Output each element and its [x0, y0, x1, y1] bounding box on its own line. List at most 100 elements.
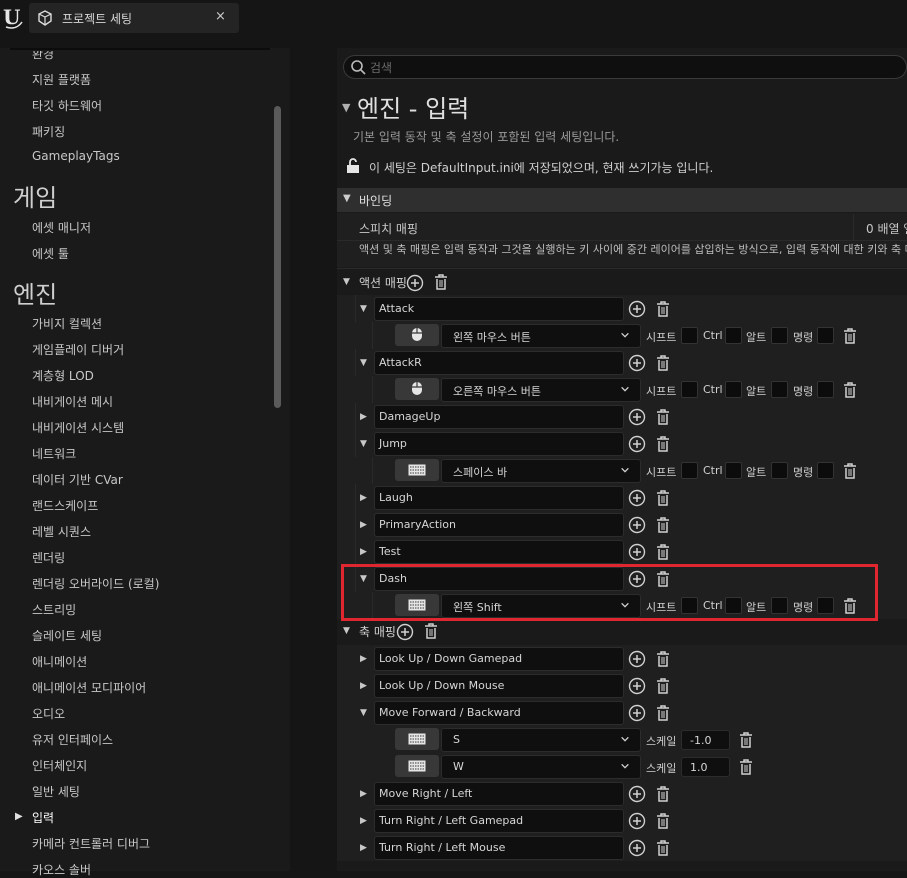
delete-icon[interactable]	[656, 840, 670, 856]
expand-arrow-icon[interactable]: ▶	[360, 493, 367, 503]
delete-icon[interactable]	[656, 651, 670, 667]
modifier-checkbox-alt[interactable]	[771, 462, 788, 479]
collapse-arrow-icon[interactable]: ▼	[360, 304, 367, 314]
mapping-name-field[interactable]: AttackR	[374, 351, 624, 375]
mapping-name-field[interactable]: Turn Right / Left Gamepad	[374, 809, 624, 833]
sidebar-item[interactable]: 데이터 기반 CVar	[32, 471, 123, 488]
sidebar-item[interactable]: 내비게이션 시스템	[32, 419, 124, 436]
modifier-checkbox-ctrl[interactable]	[725, 462, 742, 479]
delete-icon[interactable]	[656, 705, 670, 721]
mapping-name-field[interactable]: DamageUp	[374, 405, 624, 429]
modifier-checkbox-ctrl[interactable]	[725, 381, 742, 398]
sidebar-item[interactable]: 카메라 컨트롤러 디버그	[32, 835, 150, 852]
delete-icon[interactable]	[656, 355, 670, 371]
add-icon[interactable]	[628, 677, 646, 695]
add-icon[interactable]	[396, 623, 414, 641]
add-icon[interactable]	[628, 489, 646, 507]
sidebar-item[interactable]: GameplayTags	[32, 149, 120, 163]
add-icon[interactable]	[628, 785, 646, 803]
key-dropdown[interactable]: W	[441, 755, 641, 779]
sidebar-item[interactable]: 랜드스케이프	[32, 497, 98, 514]
sidebar-item[interactable]: 카오스 솔버	[32, 861, 91, 878]
collapse-arrow-icon[interactable]: ▼	[343, 277, 350, 287]
sidebar-item[interactable]: 에셋 툴	[32, 245, 69, 262]
modifier-checkbox-cmd[interactable]	[817, 381, 834, 398]
key-dropdown[interactable]: 스페이스 바	[441, 459, 641, 483]
delete-icon[interactable]	[843, 463, 857, 479]
add-icon[interactable]	[628, 704, 646, 722]
add-icon[interactable]	[628, 354, 646, 372]
delete-icon[interactable]	[656, 490, 670, 506]
collapse-arrow-icon[interactable]: ▼	[360, 439, 367, 449]
add-icon[interactable]	[628, 300, 646, 318]
modifier-checkbox-shift[interactable]	[681, 327, 698, 344]
sidebar-item[interactable]: 유저 인터페이스	[32, 731, 113, 748]
expand-arrow-icon[interactable]: ▶	[360, 681, 367, 691]
mapping-name-field[interactable]: Move Forward / Backward	[374, 701, 624, 725]
delete-icon[interactable]	[656, 786, 670, 802]
sidebar-item[interactable]: 스트리밍	[32, 601, 76, 618]
scale-input[interactable]: -1.0	[681, 730, 730, 750]
modifier-checkbox-cmd[interactable]	[817, 327, 834, 344]
delete-icon[interactable]	[656, 409, 670, 425]
key-dropdown[interactable]: 오른쪽 마우스 버튼	[441, 378, 641, 402]
delete-icon[interactable]	[656, 301, 670, 317]
mapping-name-field[interactable]: Attack	[374, 297, 624, 321]
delete-icon[interactable]	[656, 517, 670, 533]
delete-icon[interactable]	[739, 732, 753, 748]
scale-input[interactable]: 1.0	[681, 757, 730, 777]
sidebar-item[interactable]: 내비게이션 메시	[32, 393, 113, 410]
mapping-name-field[interactable]: Laugh	[374, 486, 624, 510]
expand-arrow-icon[interactable]: ▶	[360, 843, 367, 853]
expand-arrow-icon[interactable]: ▶	[360, 789, 367, 799]
collapse-arrow-icon[interactable]: ▼	[360, 708, 367, 718]
sidebar-item[interactable]: 렌더링 오버라이드 (로컬)	[32, 575, 159, 592]
add-icon[interactable]	[628, 516, 646, 534]
add-icon[interactable]	[628, 543, 646, 561]
key-dropdown[interactable]: 왼쪽 마우스 버튼	[441, 324, 641, 348]
key-selector-button[interactable]	[395, 728, 439, 750]
sidebar-item[interactable]: 렌더링	[32, 549, 65, 566]
expand-arrow-icon[interactable]: ▶	[360, 547, 367, 557]
modifier-checkbox-shift[interactable]	[681, 462, 698, 479]
modifier-checkbox-alt[interactable]	[771, 381, 788, 398]
mapping-name-field[interactable]: Test	[374, 540, 624, 564]
expand-arrow-icon[interactable]: ▶	[360, 520, 367, 530]
add-icon[interactable]	[628, 435, 646, 453]
sidebar-item[interactable]: 일반 세팅	[32, 783, 80, 800]
add-icon[interactable]	[628, 839, 646, 857]
modifier-checkbox-alt[interactable]	[771, 327, 788, 344]
expand-arrow-icon[interactable]: ▶	[360, 654, 367, 664]
modifier-checkbox-cmd[interactable]	[817, 462, 834, 479]
mapping-name-field[interactable]: Look Up / Down Mouse	[374, 674, 624, 698]
sidebar-item[interactable]: 슬레이트 세팅	[32, 627, 102, 644]
sidebar-item[interactable]: 타깃 하드웨어	[32, 97, 102, 114]
mapping-name-field[interactable]: Turn Right / Left Mouse	[374, 836, 624, 860]
key-dropdown[interactable]: S	[441, 728, 641, 752]
key-selector-button[interactable]	[395, 755, 439, 777]
tab-project-settings[interactable]: 프로젝트 세팅 ×	[29, 3, 239, 33]
search-input[interactable]: 검색	[370, 59, 392, 76]
mapping-name-field[interactable]: PrimaryAction	[374, 513, 624, 537]
key-selector-button[interactable]	[395, 459, 439, 481]
close-icon[interactable]: ×	[215, 9, 226, 24]
sidebar-item[interactable]: 지원 플랫폼	[32, 71, 91, 88]
sidebar-item[interactable]: 레벨 시퀀스	[32, 523, 91, 540]
modifier-checkbox-shift[interactable]	[681, 381, 698, 398]
delete-icon[interactable]	[434, 274, 448, 290]
delete-icon[interactable]	[656, 436, 670, 452]
sidebar-item[interactable]: 에셋 매니저	[32, 219, 91, 236]
bindings-header[interactable]: ▼ 바인딩	[337, 188, 907, 212]
delete-icon[interactable]	[739, 759, 753, 775]
sidebar-scrollbar[interactable]	[274, 106, 281, 408]
mapping-name-field[interactable]: Move Right / Left	[374, 782, 624, 806]
delete-icon[interactable]	[656, 813, 670, 829]
mapping-name-field[interactable]: Jump	[374, 432, 624, 456]
key-selector-button[interactable]	[395, 324, 439, 346]
delete-icon[interactable]	[843, 328, 857, 344]
sidebar-item[interactable]: 애니메이션 모디파이어	[32, 679, 146, 696]
delete-icon[interactable]	[656, 678, 670, 694]
sidebar-item[interactable]: 오디오	[32, 705, 65, 722]
sidebar-item[interactable]: 인터체인지	[32, 757, 87, 774]
modifier-checkbox-ctrl[interactable]	[725, 327, 742, 344]
